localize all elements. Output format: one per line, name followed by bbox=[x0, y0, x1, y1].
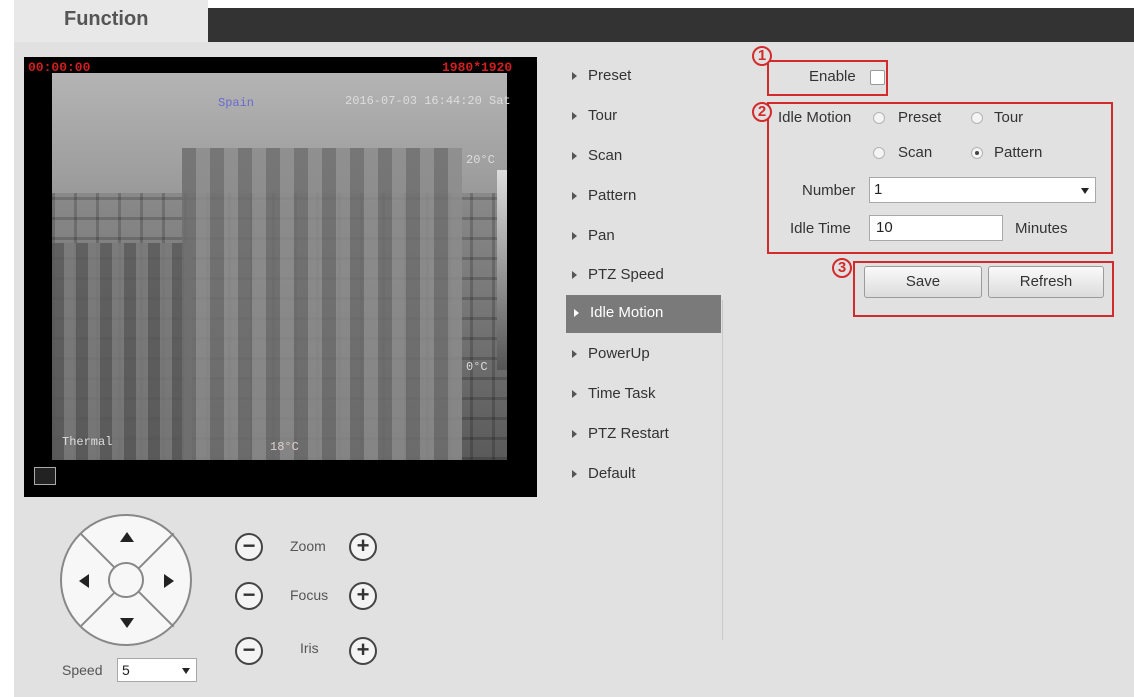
number-select[interactable]: 1 bbox=[869, 177, 1096, 203]
speed-label: Speed bbox=[62, 662, 103, 678]
menu-arrow-icon bbox=[572, 430, 577, 439]
menu-arrow-icon bbox=[572, 271, 577, 280]
osd-temp-spot: 18°C bbox=[270, 440, 299, 454]
tab-function-label: Function bbox=[64, 8, 149, 30]
iris-open-button[interactable]: + bbox=[349, 637, 377, 665]
thermal-image bbox=[52, 73, 507, 460]
menu-item-time-task[interactable]: Time Task bbox=[572, 385, 656, 407]
idle-motion-label: Idle Motion bbox=[778, 109, 852, 126]
building-left bbox=[52, 243, 192, 460]
speed-select[interactable]: 5 bbox=[117, 658, 197, 682]
number-label: Number bbox=[802, 182, 856, 199]
window-mode-icon[interactable] bbox=[34, 467, 56, 485]
menu-item-pan[interactable]: Pan bbox=[572, 227, 615, 249]
osd-temp-max: 20°C bbox=[466, 153, 495, 167]
osd-temp-min: 0°C bbox=[466, 360, 488, 374]
menu-arrow-icon bbox=[572, 470, 577, 479]
menu-item-pattern[interactable]: Pattern bbox=[572, 187, 636, 209]
focus-label: Focus bbox=[290, 587, 329, 603]
radio-preset[interactable] bbox=[873, 112, 885, 124]
menu-item-tour[interactable]: Tour bbox=[572, 107, 617, 129]
tab-function[interactable]: Function bbox=[14, 0, 208, 42]
arrow-down-icon[interactable] bbox=[120, 618, 134, 628]
menu-arrow-icon bbox=[572, 350, 577, 359]
enable-checkbox[interactable] bbox=[870, 70, 885, 85]
arrow-left-icon[interactable] bbox=[79, 574, 89, 588]
focus-near-button[interactable]: − bbox=[235, 582, 263, 610]
arrow-right-icon[interactable] bbox=[164, 574, 174, 588]
zoom-in-button[interactable]: + bbox=[349, 533, 377, 561]
osd-label-top: Spain bbox=[218, 96, 255, 110]
menu-arrow-icon bbox=[572, 152, 577, 161]
radio-scan-label: Scan bbox=[898, 144, 933, 161]
menu-arrow-icon bbox=[572, 232, 577, 241]
menu-arrow-icon bbox=[574, 309, 579, 318]
dpad-center-button[interactable] bbox=[108, 562, 144, 598]
menu-item-ptz-restart[interactable]: PTZ Restart bbox=[572, 425, 669, 447]
radio-scan[interactable] bbox=[873, 147, 885, 159]
menu-arrow-icon bbox=[572, 390, 577, 399]
menu-item-idle-motion[interactable]: Idle Motion bbox=[566, 295, 721, 333]
radio-tour[interactable] bbox=[971, 112, 983, 124]
callout-number-2: 2 bbox=[752, 102, 772, 122]
radio-pattern-label: Pattern bbox=[994, 144, 1043, 161]
ptz-direction-pad[interactable] bbox=[60, 514, 192, 646]
temperature-scale-bar bbox=[497, 170, 507, 370]
iris-close-button[interactable]: − bbox=[235, 637, 263, 665]
zoom-out-button[interactable]: − bbox=[235, 533, 263, 561]
idle-time-unit: Minutes bbox=[1015, 220, 1068, 237]
menu-item-scan[interactable]: Scan bbox=[572, 147, 622, 169]
enable-label: Enable bbox=[809, 68, 856, 85]
top-bar-strip bbox=[208, 8, 1134, 42]
building-center bbox=[182, 148, 462, 460]
arrow-up-icon[interactable] bbox=[120, 532, 134, 542]
osd-thermal-label: Thermal bbox=[62, 435, 113, 449]
idle-time-input[interactable]: 10 bbox=[869, 215, 1003, 241]
radio-preset-label: Preset bbox=[898, 109, 942, 126]
top-bar: Function bbox=[0, 0, 1134, 42]
save-button[interactable]: Save bbox=[864, 266, 982, 298]
osd-timestamp: 2016-07-03 16:44:20 Sat bbox=[345, 94, 511, 108]
menu-arrow-icon bbox=[572, 192, 577, 201]
zoom-label: Zoom bbox=[290, 538, 326, 554]
iris-label: Iris bbox=[300, 640, 319, 656]
chevron-down-icon bbox=[1081, 188, 1089, 194]
menu-arrow-icon bbox=[572, 72, 577, 81]
idle-time-label: Idle Time bbox=[790, 220, 851, 237]
menu-item-powerup[interactable]: PowerUp bbox=[572, 345, 650, 367]
radio-tour-label: Tour bbox=[994, 109, 1024, 126]
menu-item-ptz-speed[interactable]: PTZ Speed bbox=[572, 266, 664, 288]
focus-far-button[interactable]: + bbox=[349, 582, 377, 610]
menu-divider bbox=[722, 300, 723, 640]
chevron-down-icon bbox=[182, 668, 190, 674]
refresh-button[interactable]: Refresh bbox=[988, 266, 1104, 298]
callout-number-1: 1 bbox=[752, 46, 772, 66]
callout-number-3: 3 bbox=[832, 258, 852, 278]
menu-item-preset[interactable]: Preset bbox=[572, 67, 631, 89]
radio-pattern[interactable] bbox=[971, 147, 983, 159]
menu-arrow-icon bbox=[572, 112, 577, 121]
speed-select-value: 5 bbox=[122, 662, 130, 678]
menu-item-default[interactable]: Default bbox=[572, 465, 636, 487]
number-select-value: 1 bbox=[874, 181, 883, 198]
